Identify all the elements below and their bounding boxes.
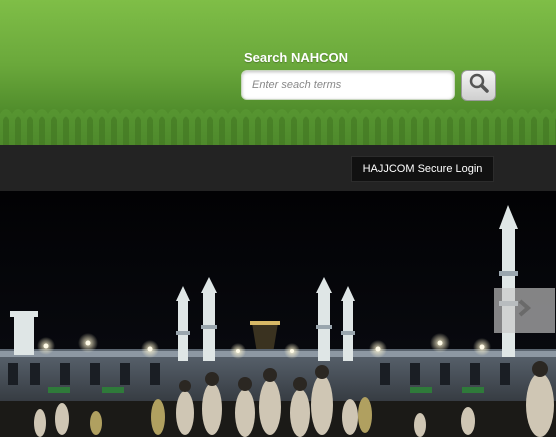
search-button[interactable]	[461, 70, 496, 101]
search-input[interactable]	[241, 70, 455, 100]
magnifier-icon	[468, 72, 490, 99]
secure-login-button[interactable]: HAJJCOM Secure Login	[351, 156, 494, 182]
site-header: Search NAHCON	[0, 0, 556, 145]
hero-slider-image	[0, 191, 556, 437]
mosque-night-photo	[0, 191, 556, 437]
slider-next-button[interactable]	[494, 288, 555, 333]
header-decorative-pattern	[0, 100, 556, 145]
search-label: Search NAHCON	[244, 50, 349, 65]
chevron-right-icon	[517, 299, 533, 322]
